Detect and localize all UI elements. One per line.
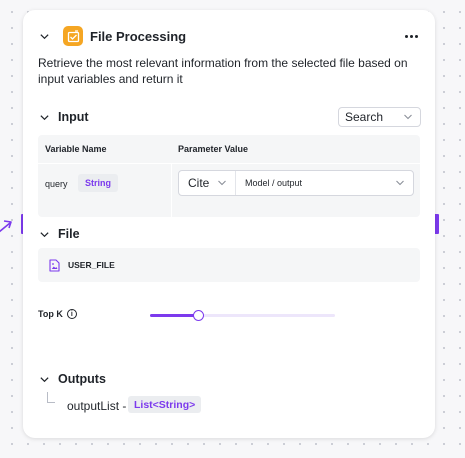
top-k-slider[interactable] [150,310,335,321]
file-section-label: File [58,227,80,241]
chevron-down-icon [396,180,404,186]
incoming-edge-arrow-icon [0,220,12,233]
file-name: USER_FILE [68,260,115,270]
column-header-variable-name: Variable Name [45,144,107,154]
node-title: File Processing [90,28,187,44]
collapse-node-chevron-icon[interactable] [38,30,50,42]
file-section-header[interactable]: File [38,227,80,241]
input-parameters-table: Variable Name Parameter Value query Stri… [38,135,420,217]
top-k-slider-thumb[interactable] [192,310,204,321]
input-section-header[interactable]: Input [38,110,89,124]
variable-type-badge: String [78,174,118,192]
reference-variable-value: Model / output [245,178,303,188]
variable-name: query [45,179,68,189]
selected-file[interactable]: USER_FILE [38,248,420,282]
info-icon[interactable]: i [66,309,77,319]
more-options-icon[interactable] [401,26,421,46]
node-description: Retrieve the most relevant information f… [38,56,408,86]
image-file-icon [49,258,60,272]
outputs-section-label: Outputs [58,372,106,386]
top-k-slider-fill [150,314,199,317]
output-tree-connector [47,392,55,403]
chevron-down-icon[interactable] [38,111,50,123]
row-divider [38,163,420,164]
input-section-label: Input [58,110,89,124]
parameter-value-field: Cite Model / output [178,170,414,196]
chevron-down-icon[interactable] [38,373,50,385]
chevron-down-icon [218,180,226,186]
column-divider [171,163,172,217]
chevron-down-icon [404,114,412,120]
column-header-parameter-value: Parameter Value [178,144,249,154]
input-mode-select[interactable]: Search [338,107,421,127]
output-type-badge: List<String> [128,396,202,413]
top-k-label-group: Top K i [38,309,77,319]
value-source-label: Cite [188,176,210,190]
outputs-section-header[interactable]: Outputs [38,372,106,386]
chevron-down-icon[interactable] [38,228,50,240]
reference-variable-select[interactable]: Model / output [236,171,413,195]
node-header: File Processing [38,24,421,48]
input-mode-value: Search [345,110,384,124]
file-processing-icon [63,26,83,46]
top-k-label: Top K [38,309,63,319]
output-variable-name: outputList - [67,399,127,413]
file-processing-node[interactable]: File Processing Retrieve the most releva… [23,10,435,438]
value-source-select[interactable]: Cite [179,171,235,195]
